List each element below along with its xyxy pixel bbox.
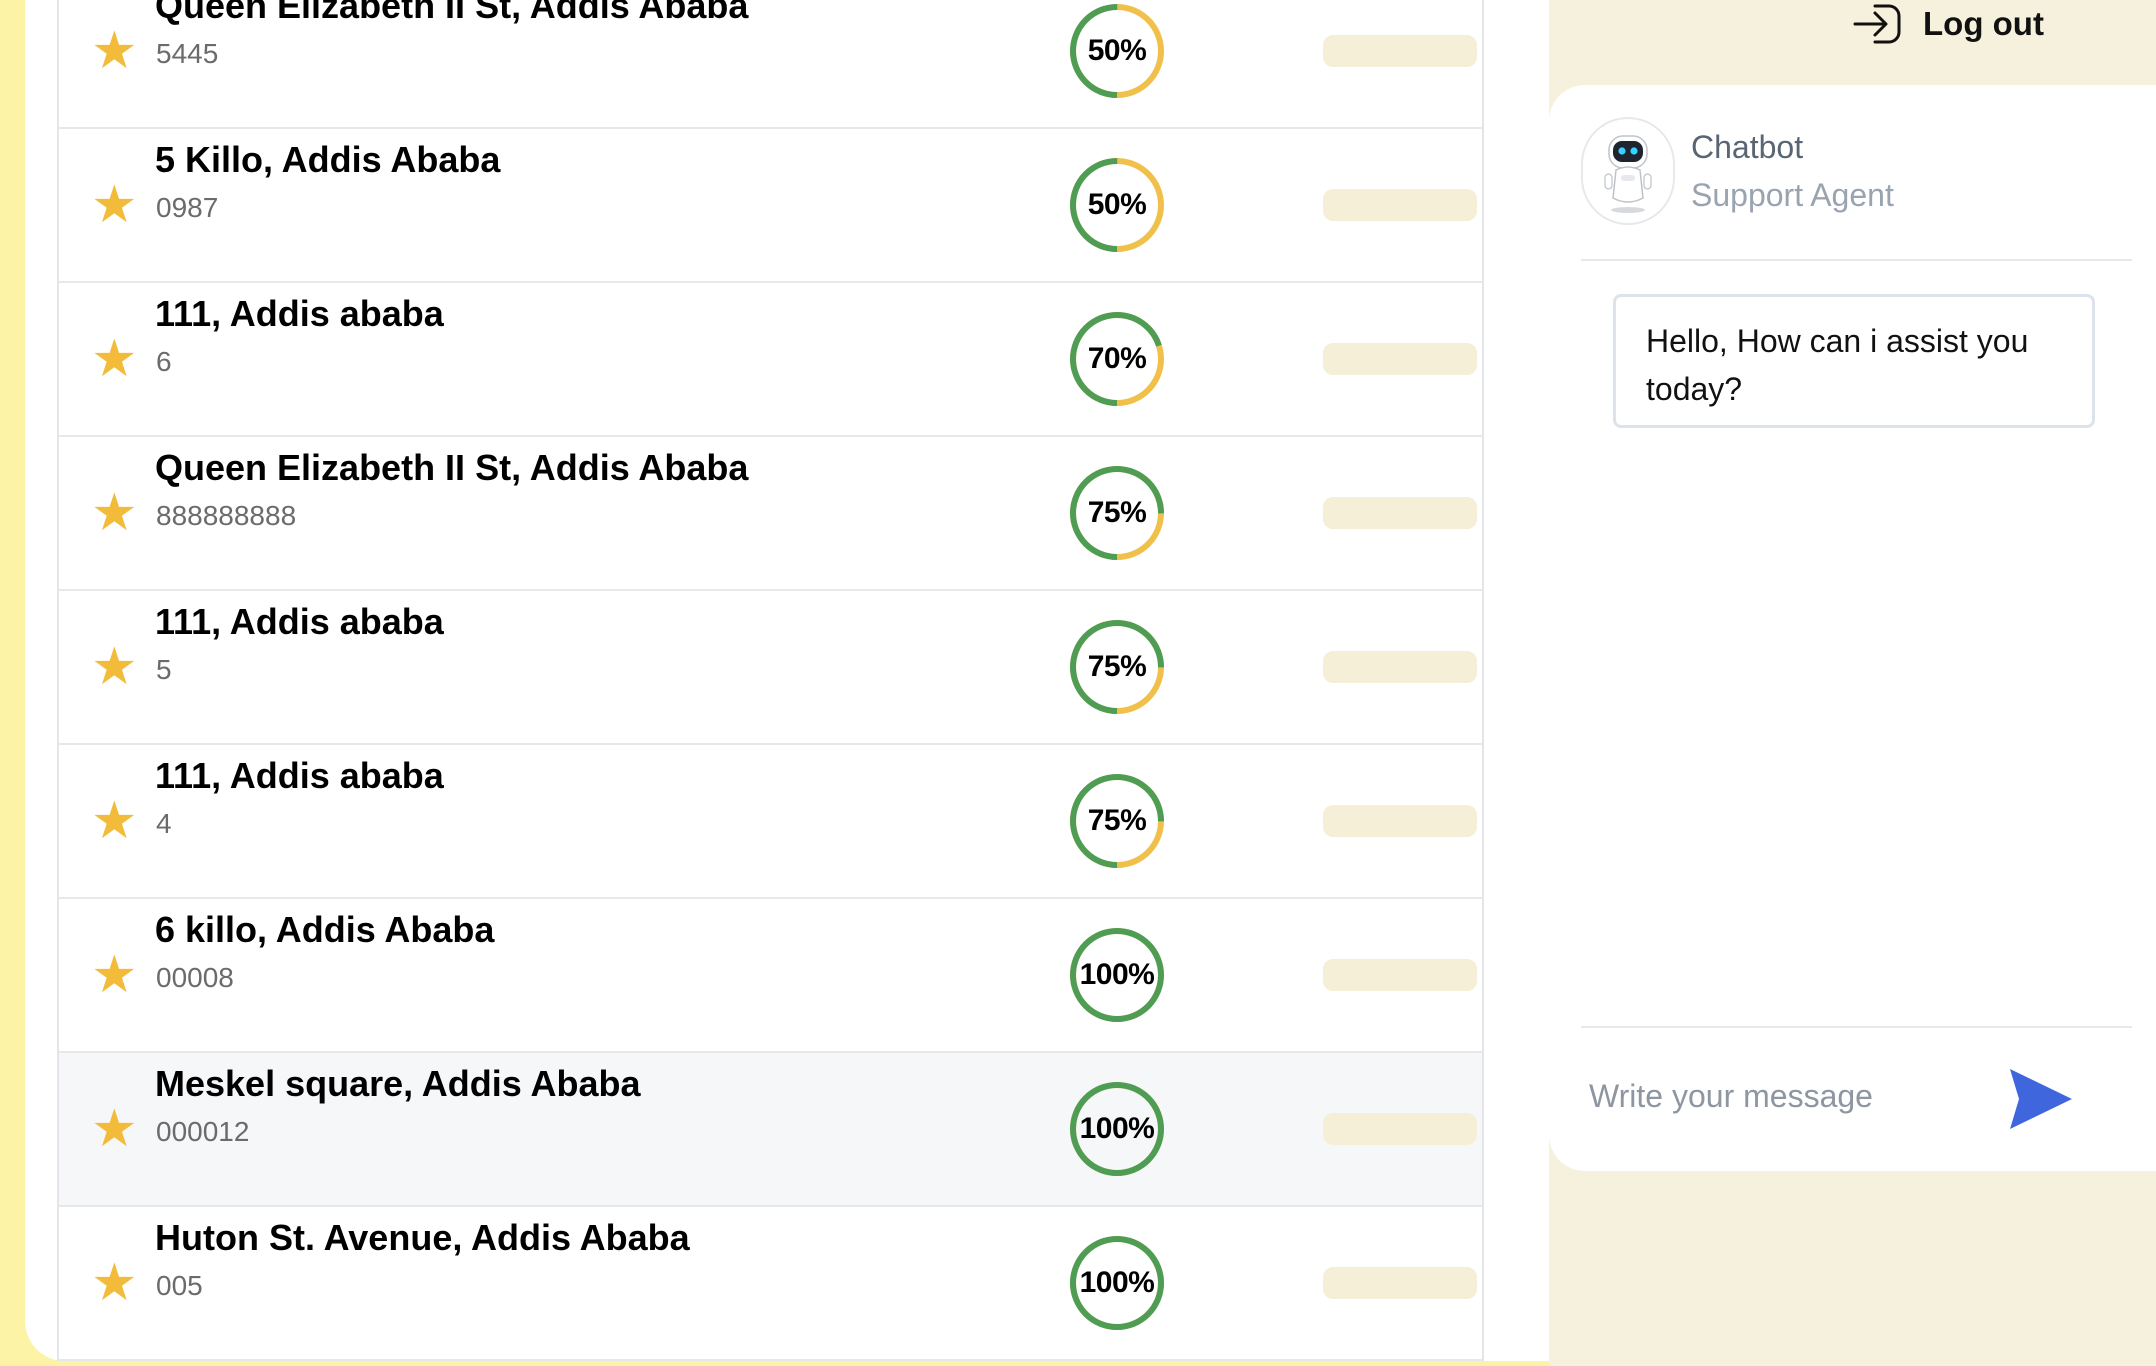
loading-placeholder <box>1323 1267 1477 1299</box>
location-code: 0987 <box>156 192 219 223</box>
location-code: 000012 <box>156 1116 250 1147</box>
send-button[interactable] <box>2001 1061 2081 1137</box>
progress-ring: 75% <box>1068 618 1166 716</box>
location-title: 6 killo, Addis Ababa <box>155 909 495 950</box>
star-icon[interactable]: ★ <box>91 333 138 385</box>
list-item[interactable]: ★ Queen Elizabeth II St, Addis Ababa 888… <box>59 437 1482 591</box>
chat-window: Chatbot Support Agent Hello, How can i a… <box>1549 85 2156 1171</box>
progress-label: 75% <box>1087 804 1147 837</box>
list-item[interactable]: ★ 6 killo, Addis Ababa 00008 100% <box>59 899 1482 1053</box>
robot-avatar-icon <box>1581 117 1675 225</box>
list-item[interactable]: ★ 111, Addis ababa 5 75% <box>59 591 1482 745</box>
location-code: 005 <box>156 1270 203 1301</box>
bot-message-bubble: Hello, How can i assist you today? <box>1613 294 2095 428</box>
agent-role: Support Agent <box>1691 177 1894 213</box>
progress-label: 50% <box>1087 188 1147 221</box>
star-icon[interactable]: ★ <box>91 795 138 847</box>
list-item[interactable]: ★ Queen Elizabeth II St, Addis Ababa 544… <box>59 0 1482 129</box>
location-title: Queen Elizabeth II St, Addis Ababa <box>155 447 749 488</box>
progress-ring: 70% <box>1068 310 1166 408</box>
location-title: Huton St. Avenue, Addis Ababa <box>155 1217 690 1258</box>
star-icon[interactable]: ★ <box>91 1257 138 1309</box>
location-title: 111, Addis ababa <box>155 601 444 642</box>
loading-placeholder <box>1323 343 1477 375</box>
location-code: 5 <box>156 654 172 685</box>
star-icon[interactable]: ★ <box>91 641 138 693</box>
agent-name: Chatbot <box>1691 129 1804 165</box>
location-title: Queen Elizabeth II St, Addis Ababa <box>155 0 749 26</box>
location-code: 6 <box>156 346 172 377</box>
send-icon <box>2010 1069 2072 1129</box>
location-code: 888888888 <box>156 500 297 531</box>
list-item[interactable]: ★ 111, Addis ababa 4 75% <box>59 745 1482 899</box>
progress-label: 100% <box>1079 1266 1155 1299</box>
progress-label: 100% <box>1079 958 1155 991</box>
loading-placeholder <box>1323 35 1477 67</box>
location-title: 111, Addis ababa <box>155 755 444 796</box>
progress-ring: 75% <box>1068 464 1166 562</box>
loading-placeholder <box>1323 959 1477 991</box>
location-code: 5445 <box>156 38 219 69</box>
progress-ring: 100% <box>1068 926 1166 1024</box>
progress-label: 75% <box>1087 496 1147 529</box>
main-panel: ★ Queen Elizabeth II St, Addis Ababa 544… <box>25 0 1549 1361</box>
progress-ring: 100% <box>1068 1234 1166 1332</box>
progress-label: 100% <box>1079 1112 1155 1145</box>
progress-label: 50% <box>1087 34 1147 67</box>
star-icon[interactable]: ★ <box>91 1103 138 1155</box>
loading-placeholder <box>1323 497 1477 529</box>
location-title: Meskel square, Addis Ababa <box>155 1063 641 1104</box>
list-item[interactable]: ★ 111, Addis ababa 6 70% <box>59 283 1482 437</box>
location-code: 00008 <box>156 962 234 993</box>
loading-placeholder <box>1323 1113 1477 1145</box>
logout-button[interactable]: Log out <box>1851 0 2044 48</box>
location-title: 111, Addis ababa <box>155 293 444 334</box>
log-out-icon <box>1853 4 1901 44</box>
list-item[interactable]: ★ Huton St. Avenue, Addis Ababa 005 100% <box>59 1207 1482 1361</box>
input-divider <box>1581 1026 2132 1028</box>
loading-placeholder <box>1323 189 1477 221</box>
star-icon[interactable]: ★ <box>91 25 138 77</box>
location-code: 4 <box>156 808 172 839</box>
progress-label: 70% <box>1087 342 1147 375</box>
list-item[interactable]: ★ 5 Killo, Addis Ababa 0987 50% <box>59 129 1482 283</box>
star-icon[interactable]: ★ <box>91 949 138 1001</box>
progress-ring: 75% <box>1068 772 1166 870</box>
logout-label: Log out <box>1923 5 2044 42</box>
loading-placeholder <box>1323 805 1477 837</box>
list-item[interactable]: ★ Meskel square, Addis Ababa 000012 100% <box>59 1053 1482 1207</box>
star-icon[interactable]: ★ <box>91 487 138 539</box>
star-icon[interactable]: ★ <box>91 179 138 231</box>
progress-ring: 50% <box>1068 2 1166 100</box>
progress-label: 75% <box>1087 650 1147 683</box>
location-list: ★ Queen Elizabeth II St, Addis Ababa 544… <box>57 0 1484 1361</box>
progress-ring: 50% <box>1068 156 1166 254</box>
message-input[interactable] <box>1587 1065 1991 1127</box>
header-divider <box>1581 259 2132 261</box>
location-title: 5 Killo, Addis Ababa <box>155 139 501 180</box>
loading-placeholder <box>1323 651 1477 683</box>
progress-ring: 100% <box>1068 1080 1166 1178</box>
